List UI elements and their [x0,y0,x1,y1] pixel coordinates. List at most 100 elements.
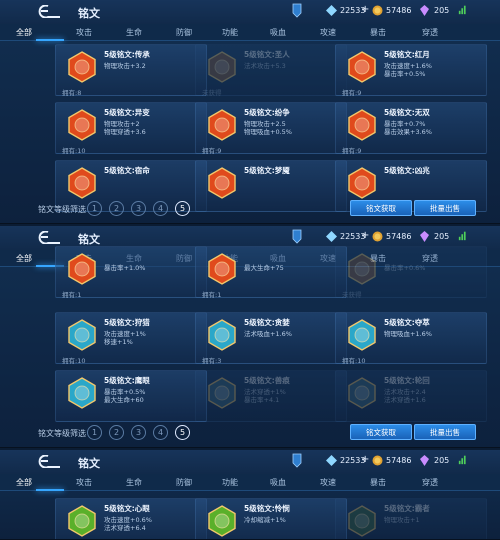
inscription-gem-icon [208,319,236,351]
level-filter-3[interactable]: 3 [131,201,146,216]
coin-count: 57486 [386,6,412,15]
inscription-name: 5级铭文:怜悯 [244,504,290,513]
inscription-name: 5级铭文:异变 [104,108,150,117]
inscription-stat: 物理吸血+1.6% [384,330,432,338]
inscription-name: 5级铭文:无双 [384,108,430,117]
inscription-card[interactable]: 暴击率+1.0% 拥有:1 [55,246,207,299]
back-icon[interactable] [38,5,62,18]
badge-icon[interactable] [292,453,302,468]
owned-count: 拥有:1 [202,291,222,299]
inscription-gem-icon [68,167,96,199]
tab-2[interactable]: 生命 [114,477,154,488]
inscription-card[interactable]: 暴击率+0.6% 未获得 [335,246,487,299]
inscription-name: 5级铭文:兽痕 [244,376,290,385]
top-bar: 铭文 22533 + 57486 205 [0,450,500,474]
inscription-gem-icon [348,51,376,83]
tab-bar: 全部 攻击生命防御功能吸血攻速暴击 穿透 [0,24,500,41]
tab-3[interactable]: 防御 [164,477,204,488]
inscription-card[interactable]: 5级铭文:心眼 攻击速度+0.6% 法术穿透+6.4 [55,498,207,539]
batch-sell-button[interactable]: 批量出售 [414,424,476,440]
tab-5[interactable]: 吸血 [258,27,298,38]
tab-8[interactable]: 穿透 [410,27,450,38]
diamond-icon [326,5,337,16]
back-icon[interactable] [38,455,62,468]
level-filter-4[interactable]: 4 [153,425,168,440]
level-filter-5[interactable]: 5 [175,425,190,440]
add-icon[interactable]: + [361,454,369,465]
inscription-card[interactable]: 最大生命+75 拥有:1 [195,246,347,299]
tab-7[interactable]: 暴击 [358,477,398,488]
tab-0[interactable]: 全部 [4,253,44,264]
tab-1[interactable]: 攻击 [64,27,104,38]
inscription-gem-icon [208,167,236,199]
inscription-stat: 物理攻击+3.2 [104,62,146,70]
inscription-card[interactable]: 5级铭文:鹰眼 暴击率+0.5% 最大生命+60 [55,370,207,422]
inscription-card[interactable]: 5级铭文:圣人 法术攻击+5.3 未获得 [195,44,347,97]
inscription-stat: 暴击率+4.1 [244,396,280,404]
tab-6[interactable]: 攻速 [308,477,348,488]
level-filter-5[interactable]: 5 [175,201,190,216]
inscription-card[interactable]: 5级铭文:狩猎 攻击速度+1% 移速+1% 拥有:10 [55,312,207,365]
owned-count: 拥有:10 [342,357,366,365]
inscription-card[interactable]: 5级铭文:无双 暴击率+0.7% 暴击效果+3.6% 拥有:9 [335,102,487,155]
inscription-card[interactable]: 5级铭文:异变 物理攻击+2 物理穿透+3.6 拥有:10 [55,102,207,155]
inscription-name: 5级铭文:霸者 [384,504,430,513]
page-title: 铭文 [78,457,100,470]
inscription-stat: 法术穿透+1.6 [384,396,426,404]
inscription-stat: 物理攻击+1 [384,516,420,524]
tab-2[interactable]: 生命 [114,27,154,38]
level-filter-1[interactable]: 1 [87,201,102,216]
inscription-gem-icon [68,109,96,141]
inscription-card[interactable]: 5级铭文:传承 物理攻击+3.2 拥有:8 [55,44,207,97]
tab-7[interactable]: 暴击 [358,27,398,38]
tab-4[interactable]: 功能 [210,477,250,488]
tab-6[interactable]: 攻速 [308,27,348,38]
inscription-card[interactable]: 5级铭文:轮回 法术攻击+2.4 法术穿透+1.6 [335,370,487,422]
inscription-card[interactable]: 5级铭文:霸者 物理攻击+1 [335,498,487,539]
tab-0[interactable]: 全部 [4,27,44,38]
back-icon[interactable] [38,231,62,244]
inscription-panel-3: 铭文 22533 + 57486 205 全部 攻击 生命 防御 功能 吸血 攻速 暴击 穿透 … [0,450,500,540]
inscription-stat: 物理穿透+3.6 [104,128,146,136]
inscription-gem-icon [68,505,96,537]
inscription-name: 5级铭文:圣人 [244,50,290,59]
acquire-button[interactable]: 铭文获取 [350,424,412,440]
bottom-bar: 铭文等级筛选 1 2 3 4 5 铭文获取 批量出售 [0,198,500,222]
signal-icon [458,455,466,465]
inscription-stat: 暴击率+0.6% [384,264,426,272]
inscription-card[interactable]: 5级铭文:贪婪 法术吸血+1.6% 拥有:3 [195,312,347,365]
owned-count: 未获得 [342,291,362,299]
inscription-gem-icon [68,51,96,83]
level-filter-4[interactable]: 4 [153,201,168,216]
tab-4[interactable]: 功能 [210,27,250,38]
add-icon[interactable]: + [361,4,369,15]
inscription-stat: 法术吸血+1.6% [244,330,292,338]
level-filter-1[interactable]: 1 [87,425,102,440]
inscription-card[interactable]: 5级铭文:红月 攻击速度+1.6% 暴击率+0.5% 拥有:9 [335,44,487,97]
batch-sell-button[interactable]: 批量出售 [414,200,476,216]
page-title: 铭文 [78,233,100,246]
badge-icon[interactable] [292,3,302,18]
acquire-button[interactable]: 铭文获取 [350,200,412,216]
tab-3[interactable]: 防御 [164,27,204,38]
tab-5[interactable]: 吸血 [258,477,298,488]
add-icon[interactable]: + [361,230,369,241]
tab-8[interactable]: 穿透 [410,477,450,488]
level-filter-2[interactable]: 2 [109,201,124,216]
inscription-gem-icon [68,377,96,409]
coin-icon [372,455,383,466]
inscription-card[interactable]: 5级铭文:兽痕 法术穿透+1% 暴击率+4.1 [195,370,347,422]
inscription-card[interactable]: 5级铭文:夺萃 物理吸血+1.6% 拥有:10 [335,312,487,365]
inscription-name: 5级铭文:轮回 [384,376,430,385]
owned-count: 拥有:10 [62,147,86,155]
inscription-card[interactable]: 5级铭文:怜悯 冷却缩减+1% [195,498,347,539]
badge-icon[interactable] [292,229,302,244]
level-filter-3[interactable]: 3 [131,425,146,440]
diamond-icon [326,231,337,242]
owned-count: 拥有:9 [202,147,222,155]
inscription-card[interactable]: 5级铭文:纷争 物理攻击+2.5 物理吸血+0.5% 拥有:9 [195,102,347,155]
tab-1[interactable]: 攻击 [64,477,104,488]
level-filter-2[interactable]: 2 [109,425,124,440]
tab-0[interactable]: 全部 [4,477,44,488]
inscription-gem-icon [208,51,236,83]
